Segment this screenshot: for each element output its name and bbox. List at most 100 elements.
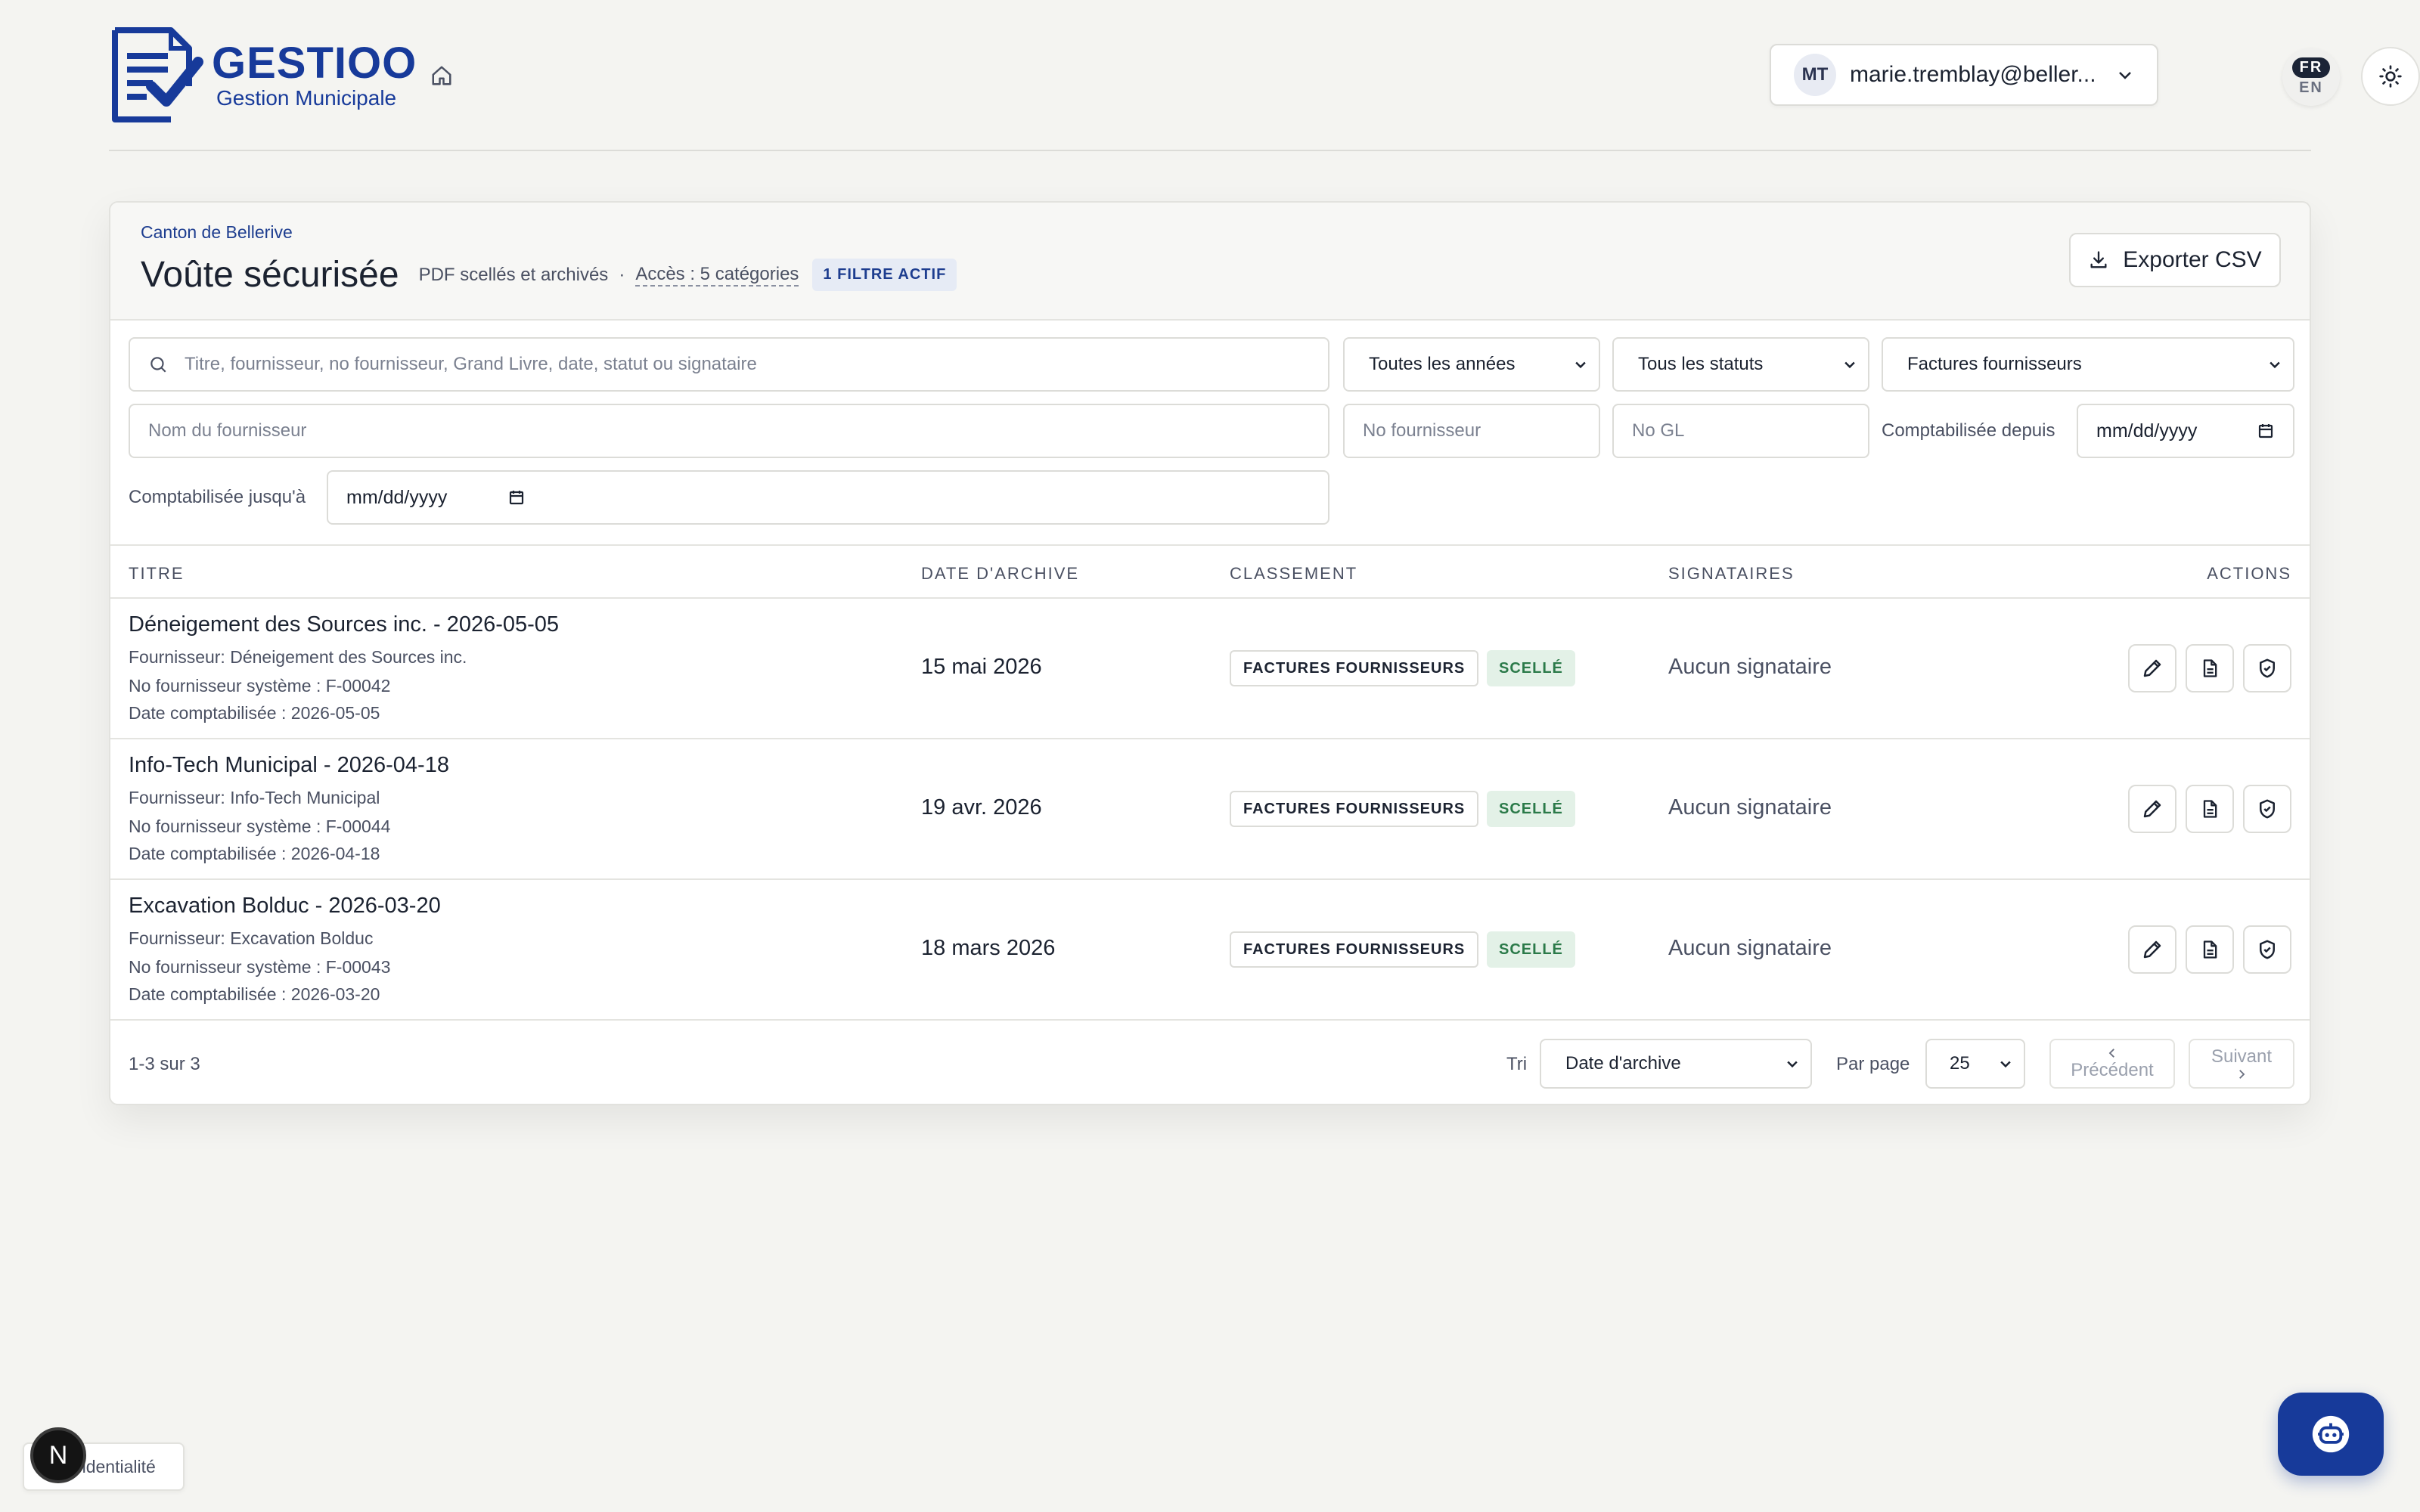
view-document-button[interactable] <box>2186 925 2234 974</box>
status-badge: SCELLÉ <box>1487 931 1575 968</box>
edit-button[interactable] <box>2128 925 2176 974</box>
table-row[interactable]: Excavation Bolduc - 2026-03-20 Fournisse… <box>110 880 2310 1021</box>
search-icon <box>150 357 166 373</box>
column-header-actions: ACTIONS <box>2207 564 2291 583</box>
year-select[interactable]: Toutes les années <box>1343 337 1600 392</box>
row-signers: Aucun signataire <box>1668 655 1832 679</box>
shield-check-icon <box>2260 658 2275 678</box>
row-archive-date: 18 mars 2026 <box>921 936 1056 960</box>
view-document-button[interactable] <box>2186 785 2234 833</box>
row-supplier: Fournisseur: Excavation Bolduc <box>129 928 374 948</box>
result-count: 1-3 sur 3 <box>129 1054 200 1074</box>
table-row[interactable]: Déneigement des Sources inc. - 2026-05-0… <box>110 599 2310 739</box>
posted-to-date-input[interactable]: mm/dd/yyyy <box>327 470 1329 525</box>
user-menu-button[interactable]: MT marie.tremblay@beller... <box>1770 44 2158 106</box>
document-icon <box>2203 800 2217 818</box>
lang-en: EN <box>2299 79 2323 96</box>
page-subtitle: PDF scellés et archivés <box>418 264 609 285</box>
supplier-number-placeholder: No fournisseur <box>1363 420 1481 441</box>
per-page-select[interactable]: 25 <box>1925 1039 2025 1089</box>
home-icon[interactable] <box>427 60 457 91</box>
row-posted-date: Date comptabilisée : 2026-03-20 <box>129 984 380 1004</box>
separator: · <box>619 264 625 285</box>
shield-check-icon <box>2260 799 2275 819</box>
chevron-down-icon <box>2119 72 2131 79</box>
active-filter-badge: 1 FILTRE ACTIF <box>812 259 957 291</box>
category-chip: FACTURES FOURNISSEURS <box>1230 931 1479 968</box>
verify-seal-button[interactable] <box>2243 785 2291 833</box>
export-csv-button[interactable]: Exporter CSV <box>2069 233 2281 287</box>
vault-card: Canton de Bellerive Voûte sécurisée PDF … <box>109 201 2311 1105</box>
supplier-number-input[interactable]: No fournisseur <box>1343 404 1600 458</box>
user-email: marie.tremblay@beller... <box>1850 62 2096 87</box>
verify-seal-button[interactable] <box>2243 925 2291 974</box>
brand-text: GESTIOO Gestion Municipale <box>212 40 417 110</box>
chevron-down-icon <box>1787 1061 1798 1068</box>
column-header-archive-date: DATE D'ARCHIVE <box>921 564 1080 583</box>
year-select-value: Toutes les années <box>1369 354 1516 374</box>
previous-page-button[interactable]: Précédent <box>2049 1039 2175 1089</box>
next-page-label: Suivant <box>2211 1046 2273 1067</box>
row-supplier-number: No fournisseur système : F-00044 <box>129 816 391 836</box>
table-row[interactable]: Info-Tech Municipal - 2026-04-18 Fournis… <box>110 739 2310 880</box>
edit-button[interactable] <box>2128 785 2176 833</box>
shield-check-icon <box>2260 940 2275 959</box>
view-document-button[interactable] <box>2186 644 2234 692</box>
category-select-value: Factures fournisseurs <box>1907 354 2082 374</box>
row-title: Excavation Bolduc - 2026-03-20 <box>129 894 441 918</box>
next-page-button[interactable]: Suivant <box>2189 1039 2294 1089</box>
search-input[interactable]: Titre, fournisseur, no fournisseur, Gran… <box>129 337 1329 392</box>
verify-seal-button[interactable] <box>2243 644 2291 692</box>
robot-icon <box>2312 1415 2350 1453</box>
gl-number-input[interactable]: No GL <box>1612 404 1869 458</box>
language-toggle[interactable]: FR EN <box>2282 48 2340 106</box>
status-select[interactable]: Tous les statuts <box>1612 337 1869 392</box>
export-csv-label: Exporter CSV <box>2123 247 2262 272</box>
row-title: Déneigement des Sources inc. - 2026-05-0… <box>129 612 560 637</box>
gl-number-placeholder: No GL <box>1632 420 1685 441</box>
document-icon <box>2203 940 2217 959</box>
pencil-icon <box>2143 940 2161 959</box>
supplier-name-input[interactable]: Nom du fournisseur <box>129 404 1329 458</box>
row-supplier-number: No fournisseur système : F-00043 <box>129 957 391 977</box>
organization-name: Canton de Bellerive <box>141 222 293 242</box>
chevron-down-icon <box>2000 1061 2011 1068</box>
brand-subtitle: Gestion Municipale <box>216 86 397 110</box>
category-select[interactable]: Factures fournisseurs <box>1882 337 2294 392</box>
search-placeholder: Titre, fournisseur, no fournisseur, Gran… <box>185 354 757 374</box>
row-archive-date: 19 avr. 2026 <box>921 795 1042 820</box>
posted-from-value: mm/dd/yyyy <box>2096 420 2198 442</box>
category-chip: FACTURES FOURNISSEURS <box>1230 791 1479 827</box>
column-header-classification: CLASSEMENT <box>1230 564 1358 583</box>
assistant-chat-button[interactable] <box>2278 1393 2384 1476</box>
row-supplier: Fournisseur: Déneigement des Sources inc… <box>129 647 467 667</box>
brand-logo[interactable]: GESTIOO Gestion Municipale <box>110 26 417 124</box>
status-badge: SCELLÉ <box>1487 650 1575 686</box>
chevron-down-icon <box>2270 361 2280 369</box>
sun-icon <box>2379 65 2402 88</box>
sort-select[interactable]: Date d'archive <box>1540 1039 1812 1089</box>
status-select-value: Tous les statuts <box>1638 354 1764 374</box>
theme-toggle-button[interactable] <box>2361 47 2420 106</box>
row-title: Info-Tech Municipal - 2026-04-18 <box>129 753 449 777</box>
chevron-right-icon <box>2239 1070 2245 1079</box>
posted-from-date-input[interactable]: mm/dd/yyyy <box>2077 404 2294 458</box>
status-badge: SCELLÉ <box>1487 791 1575 827</box>
download-icon <box>2090 251 2107 268</box>
chevron-left-icon <box>2108 1049 2114 1058</box>
table-footer: 1-3 sur 3 Tri Date d'archive Par page 25… <box>110 1022 2310 1104</box>
per-page-label: Par page <box>1836 1054 1910 1074</box>
chevron-down-icon <box>1844 361 1855 369</box>
dev-tools-badge[interactable]: N <box>30 1427 86 1483</box>
edit-button[interactable] <box>2128 644 2176 692</box>
row-posted-date: Date comptabilisée : 2026-05-05 <box>129 703 380 723</box>
row-supplier-number: No fournisseur système : F-00042 <box>129 676 391 696</box>
access-categories-link[interactable]: Accès : 5 catégories <box>635 264 799 287</box>
posted-to-value: mm/dd/yyyy <box>346 486 448 508</box>
table-header: TITRE DATE D'ARCHIVE CLASSEMENT SIGNATAI… <box>110 544 2310 599</box>
card-header: Canton de Bellerive Voûte sécurisée PDF … <box>110 203 2310 321</box>
sort-select-value: Date d'archive <box>1565 1053 1681 1074</box>
row-archive-date: 15 mai 2026 <box>921 655 1042 679</box>
per-page-value: 25 <box>1950 1053 1970 1074</box>
row-signers: Aucun signataire <box>1668 936 1832 960</box>
